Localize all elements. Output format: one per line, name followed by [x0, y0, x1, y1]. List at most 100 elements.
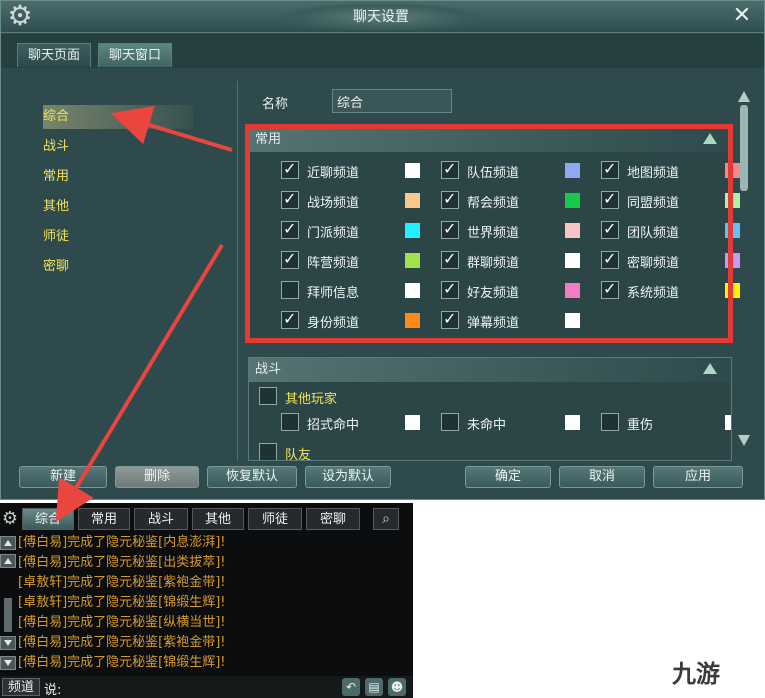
- collapse-triangle-icon[interactable]: [703, 363, 717, 374]
- checkbox[interactable]: [441, 413, 459, 431]
- scroll-up-icon[interactable]: [738, 91, 750, 102]
- message-icon[interactable]: ▤: [365, 678, 383, 696]
- category-item-general[interactable]: 综合: [43, 105, 193, 129]
- ok-button[interactable]: 确定: [465, 466, 551, 488]
- channel-item[interactable]: 世界频道: [441, 219, 591, 242]
- collapse-triangle-icon[interactable]: [703, 133, 717, 144]
- channel-item[interactable]: 帮会频道: [441, 189, 591, 212]
- checkbox-checked[interactable]: [601, 189, 619, 209]
- category-item-common[interactable]: 常用: [43, 165, 193, 189]
- checkbox-checked[interactable]: [601, 219, 619, 239]
- chat-tab-general[interactable]: 综合: [22, 508, 74, 530]
- checkbox-checked[interactable]: [281, 249, 299, 269]
- channel-item[interactable]: 同盟频道: [601, 189, 751, 212]
- checkbox-checked[interactable]: [441, 159, 459, 179]
- set-default-button[interactable]: 设为默认: [305, 466, 391, 488]
- color-swatch[interactable]: [405, 163, 420, 178]
- color-swatch[interactable]: [405, 283, 420, 298]
- search-icon[interactable]: ⌕: [373, 508, 399, 530]
- color-swatch[interactable]: [725, 193, 740, 208]
- checkbox-checked[interactable]: [281, 309, 299, 329]
- chat-tab-combat[interactable]: 战斗: [134, 508, 188, 530]
- channel-item[interactable]: 弹幕频道: [441, 309, 591, 332]
- color-swatch[interactable]: [565, 283, 580, 298]
- chat-message[interactable]: [傅白易]完成了隐元秘鉴[内息澎湃]!: [18, 533, 226, 553]
- undo-icon[interactable]: ↶: [342, 678, 360, 696]
- checkbox[interactable]: [281, 281, 299, 299]
- checkbox[interactable]: [281, 413, 299, 431]
- chat-message[interactable]: [傅白易]完成了隐元秘鉴[锦缎生辉]!: [18, 653, 226, 673]
- scroll-up-icon[interactable]: [0, 554, 16, 568]
- scroll-down-icon[interactable]: [0, 636, 16, 650]
- chat-message[interactable]: [傅白易]完成了隐元秘鉴[紫袍金带]!: [18, 633, 226, 653]
- color-swatch[interactable]: [405, 223, 420, 238]
- channel-item[interactable]: 阵营频道: [281, 249, 431, 272]
- checkbox-checked[interactable]: [281, 159, 299, 179]
- emoji-icon[interactable]: ☻: [388, 678, 406, 696]
- name-input[interactable]: [332, 89, 452, 113]
- color-swatch[interactable]: [565, 253, 580, 268]
- channel-item[interactable]: 群聊频道: [441, 249, 591, 272]
- scroll-down-icon[interactable]: [738, 435, 750, 446]
- color-swatch[interactable]: [565, 313, 580, 328]
- chat-tab-private[interactable]: 密聊: [306, 508, 360, 530]
- apply-button[interactable]: 应用: [653, 466, 743, 488]
- channel-item[interactable]: 密聊频道: [601, 249, 751, 272]
- cancel-button[interactable]: 取消: [559, 466, 645, 488]
- chat-message[interactable]: [卓敖轩]完成了隐元秘鉴[紫袍金带]!: [18, 573, 226, 593]
- chat-tab-common[interactable]: 常用: [78, 508, 130, 530]
- color-swatch[interactable]: [405, 415, 420, 430]
- restore-default-button[interactable]: 恢复默认: [207, 466, 297, 488]
- checkbox[interactable]: [601, 413, 619, 431]
- chat-scrollbar[interactable]: [0, 536, 16, 674]
- chat-tab-other[interactable]: 其他: [192, 508, 244, 530]
- channel-item[interactable]: 门派频道: [281, 219, 431, 242]
- checkbox[interactable]: [259, 443, 277, 460]
- tab-chat-window[interactable]: 聊天窗口: [98, 43, 173, 67]
- group-teammates[interactable]: 队友: [259, 442, 459, 460]
- checkbox-checked[interactable]: [281, 189, 299, 209]
- color-swatch[interactable]: [725, 223, 740, 238]
- channel-item[interactable]: 好友频道: [441, 279, 591, 302]
- channel-item[interactable]: 队伍频道: [441, 159, 591, 182]
- color-swatch[interactable]: [565, 163, 580, 178]
- chat-tab-mentor[interactable]: 师徒: [248, 508, 302, 530]
- checkbox-checked[interactable]: [441, 189, 459, 209]
- chat-message[interactable]: [傅白易]完成了隐元秘鉴[纵横当世]!: [18, 613, 226, 633]
- color-swatch[interactable]: [725, 163, 740, 178]
- channel-item[interactable]: 近聊频道: [281, 159, 431, 182]
- checkbox[interactable]: [259, 387, 277, 405]
- gear-icon[interactable]: ⚙: [0, 508, 20, 530]
- color-swatch[interactable]: [565, 415, 580, 430]
- channel-item[interactable]: 地图频道: [601, 159, 751, 182]
- checkbox-checked[interactable]: [281, 219, 299, 239]
- scroll-top-icon[interactable]: [0, 536, 16, 550]
- color-swatch[interactable]: [725, 283, 740, 298]
- category-item-combat[interactable]: 战斗: [43, 135, 193, 159]
- category-item-private[interactable]: 密聊: [43, 255, 193, 279]
- channel-item[interactable]: 系统频道: [601, 279, 751, 302]
- checkbox-checked[interactable]: [441, 249, 459, 269]
- color-swatch[interactable]: [725, 253, 740, 268]
- category-item-mentor[interactable]: 师徒: [43, 225, 193, 249]
- color-swatch[interactable]: [405, 193, 420, 208]
- category-item-other[interactable]: 其他: [43, 195, 193, 219]
- channel-item[interactable]: 未命中: [441, 412, 591, 434]
- close-icon[interactable]: ✕: [730, 4, 754, 28]
- checkbox-checked[interactable]: [441, 309, 459, 329]
- checkbox-checked[interactable]: [601, 279, 619, 299]
- color-swatch[interactable]: [565, 193, 580, 208]
- channel-item[interactable]: 重伤: [601, 412, 731, 434]
- new-button[interactable]: 新建: [19, 466, 107, 488]
- color-swatch[interactable]: [405, 313, 420, 328]
- checkbox-checked[interactable]: [601, 159, 619, 179]
- chat-message[interactable]: [傅白易]完成了隐元秘鉴[出类拔萃]!: [18, 553, 226, 573]
- checkbox-checked[interactable]: [441, 219, 459, 239]
- scroll-bottom-icon[interactable]: [0, 656, 16, 670]
- group-other-players[interactable]: 其他玩家: [259, 386, 459, 408]
- delete-button[interactable]: 删除: [115, 466, 199, 488]
- color-swatch[interactable]: [565, 223, 580, 238]
- scrollbar-thumb[interactable]: [4, 598, 12, 632]
- channel-item[interactable]: 团队频道: [601, 219, 751, 242]
- channel-item[interactable]: 招式命中: [281, 412, 431, 434]
